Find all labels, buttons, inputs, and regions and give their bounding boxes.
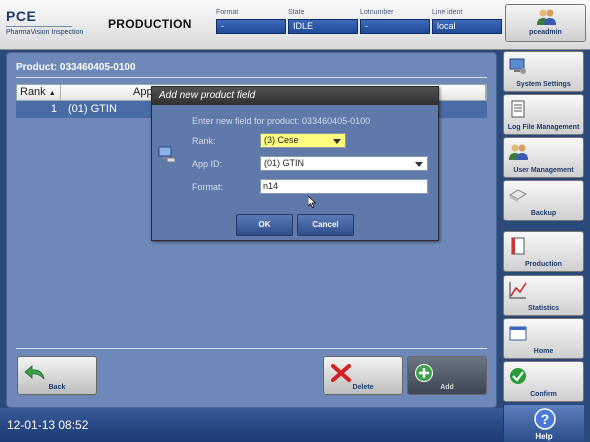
sidebar-item-label: Confirm xyxy=(530,391,557,398)
lotnumber-label: Lotnumber xyxy=(360,9,394,16)
line-ident-value: local xyxy=(432,19,502,34)
svg-text:?: ? xyxy=(541,411,550,427)
column-rank[interactable]: Rank ▲ xyxy=(17,85,61,100)
dialog-body: Enter new field for product: 033460405-0… xyxy=(152,105,438,240)
dialog-instruction: Enter new field for product: 033460405-0… xyxy=(192,116,371,126)
monitor-settings-icon xyxy=(509,58,526,74)
users-icon xyxy=(537,9,556,25)
check-icon xyxy=(510,368,526,384)
chevron-down-icon xyxy=(415,162,423,167)
pce-logo: PCE PharmaVision Inspection xyxy=(6,8,83,36)
logo-subtitle: PharmaVision Inspection xyxy=(6,29,84,36)
sidebar-item-system-settings[interactable]: System Settings xyxy=(503,51,584,92)
sidebar-item-label: Backup xyxy=(530,210,557,217)
rank-select[interactable]: (3) Cese xyxy=(260,133,346,148)
status-bar: 12-01-13 08:52 xyxy=(0,408,503,442)
product-title: Product: 033460405-0100 xyxy=(16,62,136,73)
delete-button[interactable]: Delete xyxy=(323,356,403,395)
lotnumber-value: - xyxy=(360,19,430,34)
backup-disk-icon xyxy=(508,189,528,202)
sidebar-item-label: System Settings xyxy=(516,81,571,88)
sidebar-item-label: Statistics xyxy=(527,305,560,312)
help-label: Help xyxy=(535,432,553,441)
window-icon xyxy=(509,326,527,341)
help-button[interactable]: ? Help xyxy=(503,405,584,442)
sidebar-item-production[interactable]: Production xyxy=(503,231,584,272)
rank-label: Rank: xyxy=(192,136,216,146)
add-button[interactable]: Add xyxy=(407,356,487,395)
appid-select[interactable]: (01) GTIN xyxy=(260,156,428,171)
document-icon xyxy=(511,237,525,255)
users-icon xyxy=(509,144,528,160)
sort-asc-icon: ▲ xyxy=(48,90,56,97)
lotnumber-field: Lotnumber - xyxy=(360,9,430,34)
logo-divider xyxy=(6,26,72,27)
sidebar-item-confirm[interactable]: Confirm xyxy=(503,361,584,402)
sidebar-item-log-file-management[interactable]: Log File Management xyxy=(503,94,584,135)
format-label: Format xyxy=(216,9,239,16)
ok-button[interactable]: OK xyxy=(236,214,293,236)
rank-value: (3) Cese xyxy=(264,135,299,145)
add-product-field-dialog: Add new product field Enter new field fo… xyxy=(151,86,439,241)
chart-icon xyxy=(509,282,527,299)
cell-rank: 1 xyxy=(50,103,57,115)
user-name: pceadmin xyxy=(529,29,562,36)
state-label: State xyxy=(288,9,305,16)
sidebar-item-label: User Management xyxy=(513,167,574,174)
help-icon: ? xyxy=(534,408,556,430)
state-field: State IDLE xyxy=(288,9,358,34)
format-value: - xyxy=(216,19,286,34)
sidebar-item-label: Log File Management xyxy=(507,124,580,131)
line-ident-field: Line ident local xyxy=(432,9,502,34)
format-label: Format: xyxy=(192,182,224,192)
dialog-title: Add new product field xyxy=(152,87,438,105)
sidebar-item-backup[interactable]: Backup xyxy=(503,180,584,221)
format-field: Format - xyxy=(216,9,286,34)
appid-label: App ID: xyxy=(192,159,223,169)
sidebar-item-statistics[interactable]: Statistics xyxy=(503,275,584,316)
add-plus-icon xyxy=(414,363,434,383)
back-button[interactable]: Back xyxy=(17,356,97,395)
datetime: 12-01-13 08:52 xyxy=(7,418,89,432)
back-label: Back xyxy=(48,384,66,391)
delete-x-icon xyxy=(331,364,351,382)
app-title: PRODUCTION xyxy=(108,17,192,31)
line-ident-label: Line ident xyxy=(432,9,463,16)
state-value: IDLE xyxy=(288,19,358,34)
user-button[interactable]: pceadmin xyxy=(505,4,586,42)
format-input[interactable]: n14 xyxy=(260,179,428,194)
mouse-cursor-icon xyxy=(308,196,316,208)
sidebar-item-user-management[interactable]: User Management xyxy=(503,137,584,178)
sidebar-item-label: Home xyxy=(533,348,554,355)
header-bar: PCE PharmaVision Inspection PRODUCTION F… xyxy=(0,0,590,50)
logo-title: PCE xyxy=(6,8,37,24)
delete-label: Delete xyxy=(352,384,374,391)
back-arrow-icon xyxy=(24,365,45,380)
sidebar-item-home[interactable]: Home xyxy=(503,318,584,359)
chevron-down-icon xyxy=(333,139,341,144)
add-label: Add xyxy=(440,384,454,391)
column-app-label: App xyxy=(133,86,153,98)
sidebar-item-label: Production xyxy=(525,261,562,268)
computer-icon xyxy=(158,146,176,163)
log-file-icon xyxy=(511,100,525,118)
column-rank-label: Rank xyxy=(20,86,46,98)
cancel-button[interactable]: Cancel xyxy=(297,214,354,236)
divider xyxy=(16,77,487,78)
cell-app: (01) GTIN xyxy=(68,103,117,115)
appid-value: (01) GTIN xyxy=(264,158,305,168)
divider xyxy=(16,348,487,349)
